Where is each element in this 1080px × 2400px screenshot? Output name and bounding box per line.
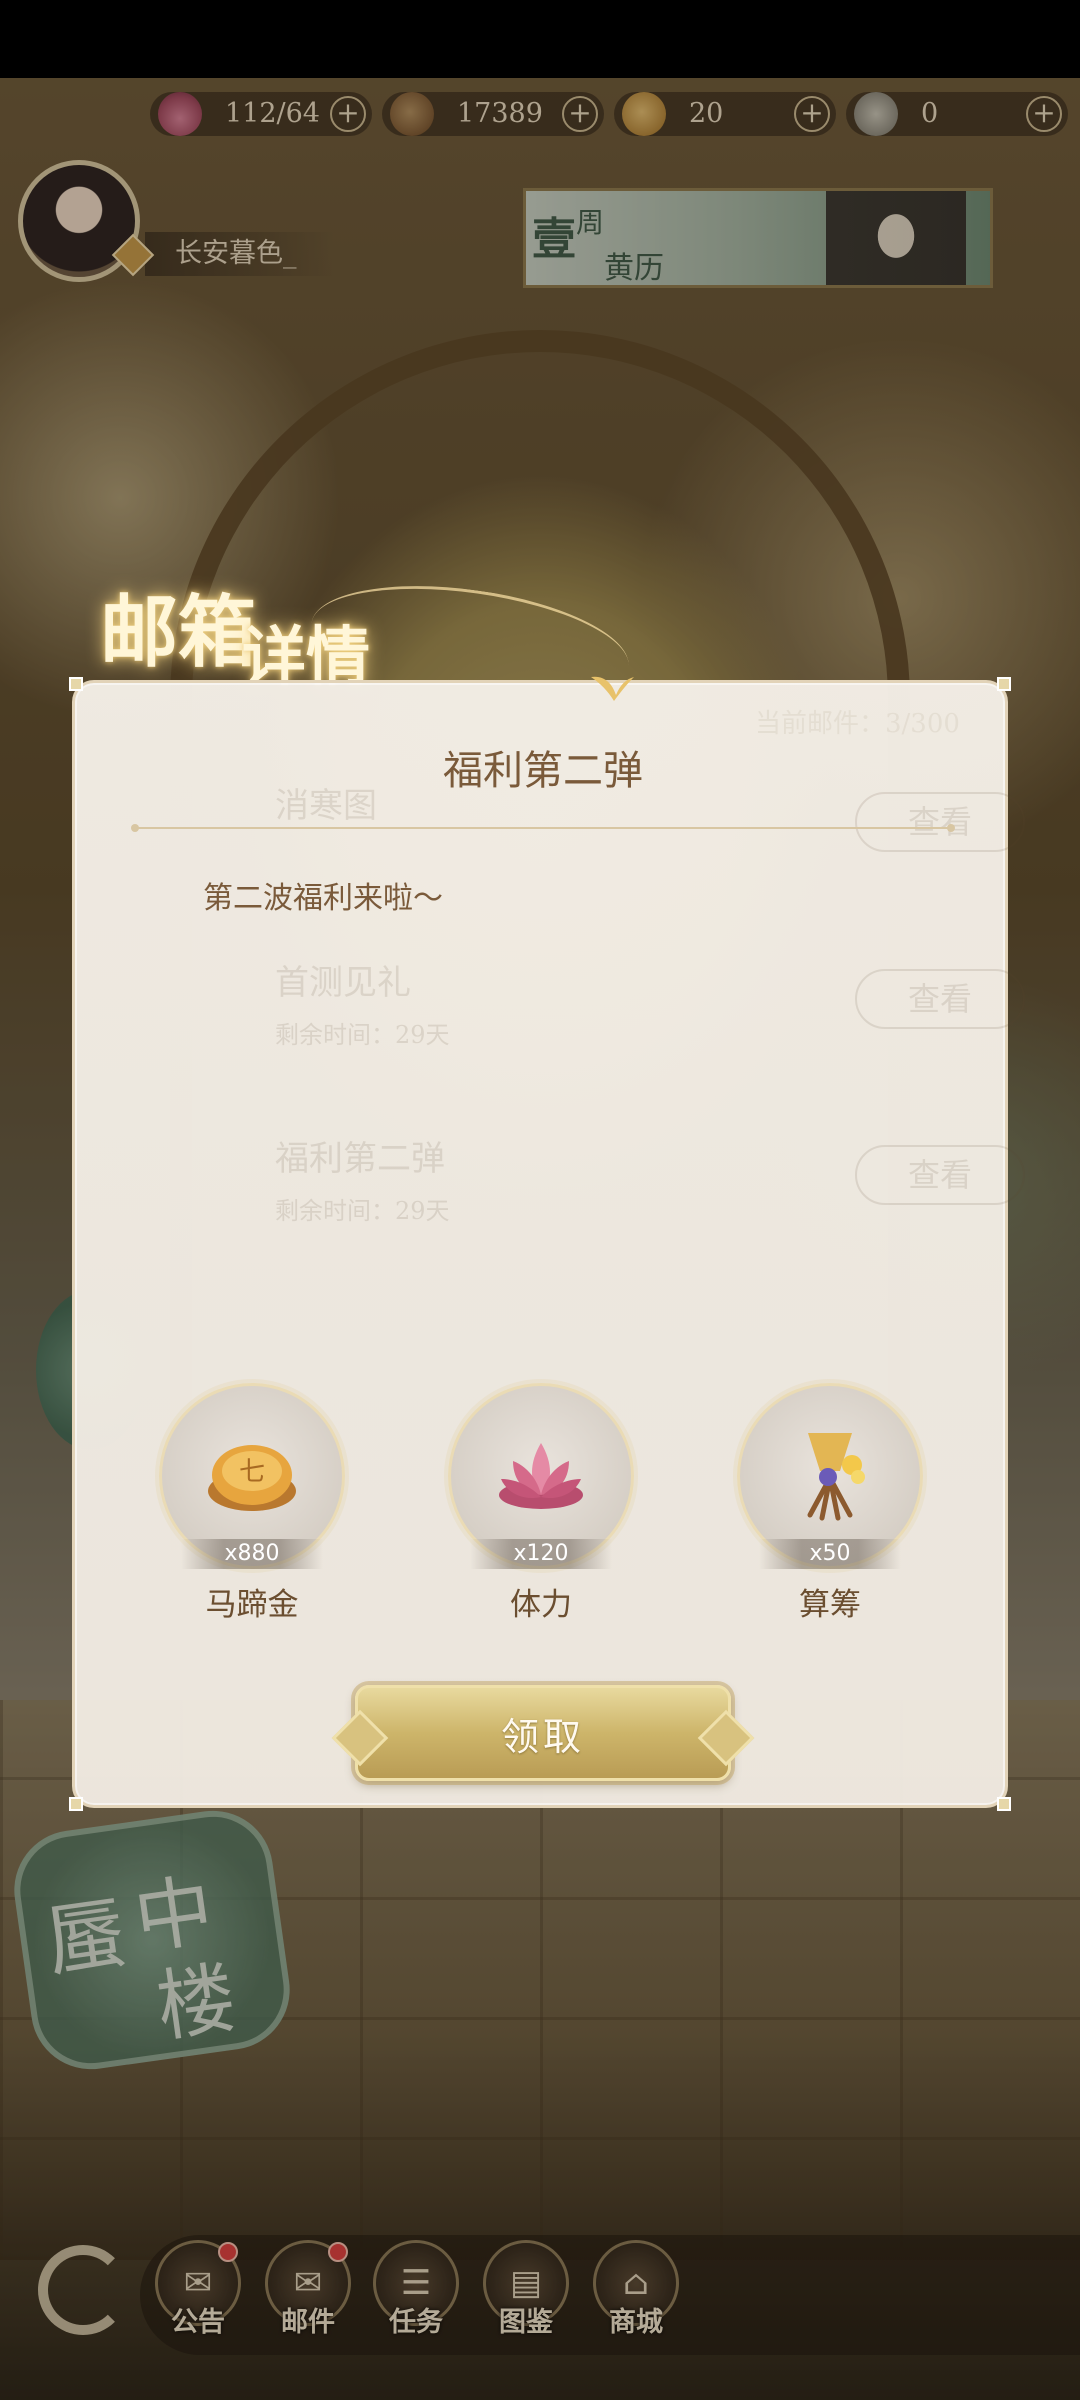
- counting-rods-icon: [807, 1433, 865, 1521]
- mail-remaining: 剩余时间：29天: [275, 1197, 450, 1225]
- reward-item[interactable]: 七 x880 马蹄金: [159, 1383, 349, 1633]
- view-mail-button: 查看: [855, 792, 1025, 852]
- mail-list-row: 福利第二弹 剩余时间：29天 查看: [165, 1131, 1025, 1261]
- mail-body-text: 第二波福利来啦～: [203, 881, 443, 916]
- mail-count: 当前邮件：3/300: [755, 709, 960, 739]
- claim-button-label: 领取: [500, 1714, 585, 1759]
- reward-count: x880: [181, 1539, 323, 1569]
- mailbox-title-part1: 邮箱: [100, 587, 257, 678]
- mail-remaining: 剩余时间：29天: [275, 1021, 450, 1049]
- view-mail-button: 查看: [855, 1145, 1025, 1205]
- reward-count: x50: [759, 1539, 901, 1569]
- corner-ornament: [997, 677, 1011, 691]
- swallow-icon: [591, 676, 634, 701]
- svg-text:七: 七: [239, 1457, 265, 1487]
- reward-item[interactable]: x50 算筹: [737, 1383, 927, 1633]
- view-mail-button: 查看: [855, 969, 1025, 1029]
- mail-name: 福利第二弹: [275, 1139, 445, 1179]
- status-bar: [0, 0, 1080, 78]
- mail-name: 首测见礼: [275, 963, 411, 1003]
- reward-list: 七 x880 马蹄金 x120 体力 x50 算筹: [75, 1383, 1011, 1643]
- reward-label: 马蹄金: [205, 1587, 299, 1623]
- mail-list-row: 首测见礼 剩余时间：29天 查看: [165, 955, 1025, 1085]
- lotus-flower-icon: [499, 1443, 583, 1509]
- reward-count: x120: [470, 1539, 612, 1569]
- modal-title: 福利第二弹: [443, 748, 643, 794]
- horseshoe-gold-icon: 七: [208, 1445, 296, 1511]
- corner-ornament: [69, 677, 83, 691]
- claim-button[interactable]: 领取: [355, 1685, 731, 1781]
- reward-label: 算筹: [799, 1587, 861, 1623]
- title-divider: [131, 824, 955, 832]
- reward-item[interactable]: x120 体力: [448, 1383, 638, 1633]
- mail-detail-modal: 当前邮件：3/300 消寒图 查看 首测见礼 剩余时间：29天 查看 福利第二弹…: [69, 677, 1025, 1811]
- reward-label: 体力: [510, 1587, 572, 1623]
- corner-ornament: [997, 1797, 1011, 1811]
- corner-ornament: [69, 1797, 83, 1811]
